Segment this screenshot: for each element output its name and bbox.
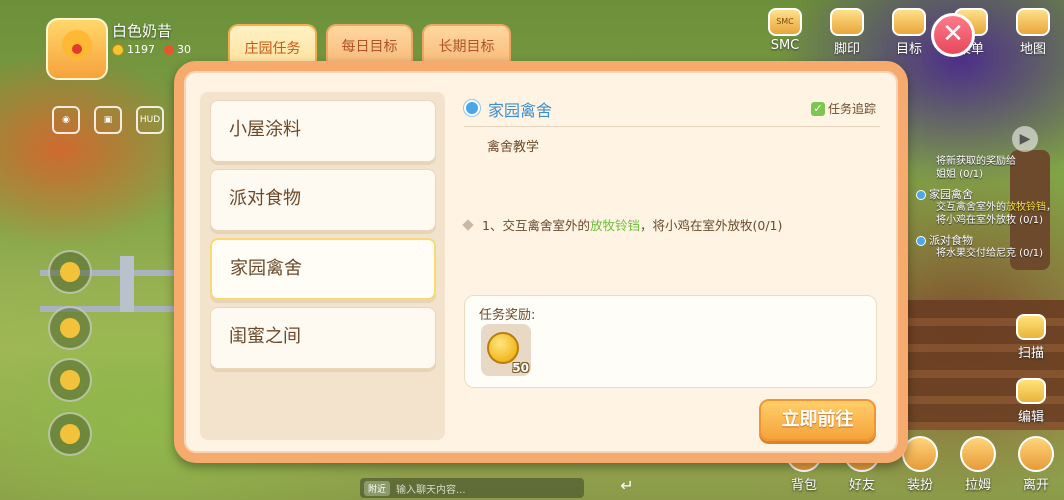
track-task-label: 任务追踪 (827, 102, 876, 116)
lamu-icon (960, 436, 996, 472)
scan-label: 扫描 (1017, 346, 1044, 361)
hud-toggle-button[interactable]: HUD (136, 106, 164, 134)
top-menu: SMC SMC 脚印 目标 菜单 地图 (754, 8, 1064, 60)
task-detail-header: 家园禽舍 ✓ 任务追踪 (464, 96, 880, 127)
checkbox-checked-icon: ✓ (810, 101, 825, 116)
top-menu-label: 目标 (895, 42, 922, 57)
emote-wave-icon[interactable] (48, 250, 92, 294)
coin-count: 1197 (112, 43, 155, 56)
quest-dot-icon (916, 189, 926, 200)
scan-icon (1016, 314, 1046, 340)
edit-label: 编辑 (1017, 410, 1044, 425)
chat-input[interactable]: 输入聊天内容... (396, 481, 466, 496)
bullet-diamond-icon (462, 218, 474, 231)
player-name: 白色奶昔 (112, 22, 173, 40)
reward-item[interactable]: 50 (481, 324, 531, 376)
chat-bar[interactable]: 附近 输入聊天内容... (360, 478, 584, 498)
bottom-menu-label: 拉姆 (964, 478, 991, 493)
footprint-icon (830, 8, 864, 36)
hud-controls: ◉ ▣ HUD (52, 106, 164, 134)
reward-panel: 任务奖励: 50 (464, 295, 877, 388)
tracker-partial-item: 将新获取的奖励给 姐姐 (0/1) (912, 155, 1062, 181)
top-menu-label: SMC (770, 38, 800, 53)
send-enter-icon[interactable]: ↵ (612, 476, 642, 498)
objective-text: 1、交互禽舍室外的放牧铃铛，将小鸡在室外放牧(0/1) (482, 218, 783, 233)
task-list-item[interactable]: 闺蜜之间 (210, 307, 436, 369)
task-detail-title: 家园禽舍 (488, 101, 553, 120)
reward-label: 任务奖励: (479, 308, 536, 323)
go-now-button[interactable]: 立即前往 (759, 399, 876, 441)
bottom-menu-label: 背包 (790, 478, 817, 493)
task-list: 小屋涂料 派对食物 家园禽舍 闺蜜之间 (200, 92, 445, 440)
tracker-collapse-arrow-icon[interactable]: ▶ (1012, 126, 1038, 152)
smc-icon: SMC (768, 8, 802, 36)
track-task-toggle[interactable]: ✓ 任务追踪 (810, 100, 876, 117)
task-list-item[interactable]: 小屋涂料 (210, 100, 436, 162)
coin-icon (112, 43, 124, 56)
tracker-item-title: 派对食物 (929, 234, 973, 247)
screenshot-icon[interactable]: ▣ (94, 106, 122, 134)
tracker-item[interactable]: 派对食物 将水果交付给尼克 (0/1) (912, 234, 1062, 260)
coin-value: 1197 (127, 43, 155, 56)
bottom-menu-label: 装扮 (906, 478, 933, 493)
top-menu-label: 地图 (1019, 42, 1046, 57)
gem-icon (164, 44, 174, 55)
quest-dot-icon (464, 100, 480, 116)
gem-count: 30 (164, 43, 191, 56)
bottom-menu-leave[interactable]: 离开 (1007, 436, 1064, 493)
edit-button[interactable]: 编辑 (1014, 378, 1048, 425)
tracker-item-title: 家园禽舍 (929, 188, 973, 201)
reward-quantity: 50 (512, 361, 529, 375)
close-button[interactable]: ✕ (931, 13, 975, 57)
tracker-partial-text: 将新获取的奖励给 (936, 156, 1016, 167)
emote-face-icon[interactable] (48, 306, 92, 350)
camera-icon[interactable]: ◉ (52, 106, 80, 134)
task-list-item[interactable]: 派对食物 (210, 169, 436, 231)
top-menu-footprint[interactable]: 脚印 (816, 8, 878, 60)
tab-long-term-goals[interactable]: 长期目标 (422, 24, 511, 66)
tracker-item[interactable]: 家园禽舍 交互禽舍室外的放牧铃铛，将小鸡在室外放牧 (0/1) (912, 188, 1062, 227)
bottom-menu-label: 离开 (1022, 478, 1049, 493)
tab-daily-goals[interactable]: 每日目标 (326, 24, 413, 66)
gem-value: 30 (177, 43, 191, 56)
top-menu-label: 脚印 (833, 42, 860, 57)
coin-icon (487, 332, 519, 364)
scan-button[interactable]: 扫描 (1014, 314, 1048, 361)
top-menu-map[interactable]: 地图 (1002, 8, 1064, 60)
tracker-item-body: 将水果交付给尼克 (0/1) (936, 248, 1044, 259)
tracker-partial-text-2: 姐姐 (0/1) (936, 169, 984, 180)
emote-dance-icon[interactable] (48, 358, 92, 402)
bottom-menu-label: 好友 (848, 478, 875, 493)
map-icon (1016, 8, 1050, 36)
joystick-icon[interactable] (48, 412, 92, 456)
leave-home-icon (1018, 436, 1054, 472)
edit-icon (1016, 378, 1046, 404)
quest-dot-icon (916, 235, 926, 246)
player-info: 白色奶昔 1197 30 (46, 18, 191, 80)
tracker-item-body: 交互禽舍室外的放牧铃铛，将小鸡在室外放牧 (0/1) (936, 202, 1056, 226)
quest-tracker[interactable]: 将新获取的奖励给 姐姐 (0/1) 家园禽舍 交互禽舍室外的放牧铃铛，将小鸡在室… (912, 155, 1062, 267)
top-menu-smc[interactable]: SMC SMC (754, 8, 816, 60)
task-description: 禽舍教学 (487, 140, 540, 155)
chat-channel-tag[interactable]: 附近 (364, 480, 391, 496)
task-objective: 1、交互禽舍室外的放牧铃铛，将小鸡在室外放牧(0/1) (462, 215, 783, 234)
bottom-menu-lamu[interactable]: 拉姆 (949, 436, 1007, 493)
avatar[interactable] (46, 18, 108, 80)
task-list-item-selected[interactable]: 家园禽舍 (210, 238, 436, 300)
target-book-icon (892, 8, 926, 36)
